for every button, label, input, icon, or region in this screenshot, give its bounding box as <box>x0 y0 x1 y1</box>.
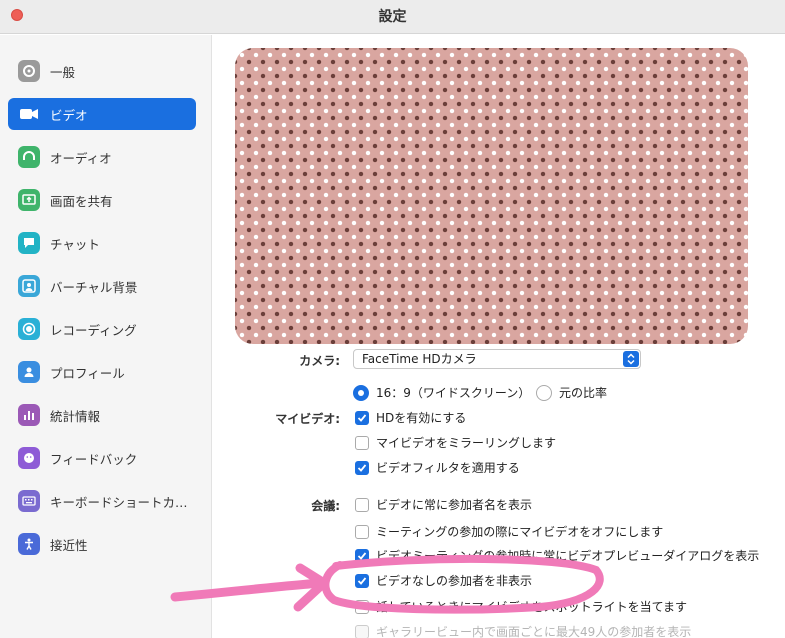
meeting-label: 会議: <box>311 499 340 513</box>
checkmark-icon <box>357 413 367 422</box>
video-filter-option[interactable]: ビデオフィルタを適用する <box>355 459 520 476</box>
checkbox[interactable] <box>355 573 369 588</box>
option-label: ビデオフィルタを適用する <box>376 461 520 475</box>
checkmark-icon <box>357 576 367 585</box>
option-label: ビデオなしの参加者を非表示 <box>376 574 533 588</box>
always-show-names-option[interactable]: ビデオに常に参加者名を表示 <box>355 496 532 513</box>
sidebar-item-statistics[interactable]: 統計情報 <box>8 399 196 431</box>
statistics-icon <box>18 404 40 426</box>
sidebar-item-virtual-background[interactable]: バーチャル背景 <box>8 270 196 302</box>
video-preview <box>235 48 748 344</box>
spotlight-my-video-option[interactable]: 話しているときにマイビデオをスポットライトを当てます <box>355 598 687 615</box>
annotation-arrow-head <box>293 563 329 612</box>
radio-button[interactable] <box>536 384 552 401</box>
checkbox[interactable] <box>355 435 369 450</box>
camera-select-value: FaceTime HDカメラ <box>362 352 477 366</box>
option-label: ビデオに常に参加者名を表示 <box>376 498 533 512</box>
my-video-label: マイビデオ: <box>275 412 340 426</box>
option-label: マイビデオをミラーリングします <box>376 436 557 450</box>
sidebar-item-label: 接近性 <box>50 537 88 553</box>
option-label: 元の比率 <box>559 386 608 400</box>
sidebar-item-feedback[interactable]: フィードバック <box>8 442 196 474</box>
gallery-49-participants-option: ギャラリービュー内で画面ごとに最大49人の参加者を表示 <box>355 623 691 638</box>
checkbox <box>355 624 369 638</box>
feedback-icon <box>18 447 40 469</box>
hide-non-video-participants-option[interactable]: ビデオなしの参加者を非表示 <box>355 572 532 589</box>
checkbox[interactable] <box>355 548 369 563</box>
sidebar-item-label: チャット <box>50 236 100 252</box>
title-bar: 設定 <box>0 0 785 34</box>
checkmark-icon <box>357 551 367 560</box>
profile-icon <box>18 361 40 383</box>
radio-button[interactable] <box>353 384 369 401</box>
chat-bubble-icon <box>18 232 40 254</box>
virtual-background-icon <box>18 275 40 297</box>
checkbox[interactable] <box>355 497 369 512</box>
turn-off-video-on-join-option[interactable]: ミーティングの参加の際にマイビデオをオフにします <box>355 523 663 540</box>
checkbox[interactable] <box>355 460 369 475</box>
checkmark-icon <box>357 463 367 472</box>
aspect-option-widescreen[interactable]: 16：9（ワイドスクリーン） <box>353 384 530 401</box>
option-label: 16：9（ワイドスクリーン） <box>376 386 531 400</box>
checkbox[interactable] <box>355 524 369 539</box>
sidebar-item-label: レコーディング <box>50 322 137 338</box>
aspect-option-original[interactable]: 元の比率 <box>536 384 607 401</box>
sidebar-item-general[interactable]: 一般 <box>8 55 196 87</box>
sidebar-item-label: 統計情報 <box>50 408 101 424</box>
video-preview-dialog-option[interactable]: ビデオミーティングの参加時に常にビデオプレビューダイアログを表示 <box>355 547 759 564</box>
option-label: ビデオミーティングの参加時に常にビデオプレビューダイアログを表示 <box>376 549 760 563</box>
sidebar-item-label: 一般 <box>50 64 76 80</box>
sidebar-item-label: バーチャル背景 <box>50 279 138 295</box>
window-title: 設定 <box>378 9 407 25</box>
sidebar-item-profile[interactable]: プロフィール <box>8 356 196 388</box>
accessibility-icon <box>18 533 40 555</box>
sidebar-item-keyboard-shortcuts[interactable]: キーボードショートカ… <box>8 485 196 517</box>
headphones-icon <box>18 146 40 168</box>
sidebar-item-video[interactable]: ビデオ <box>8 98 196 130</box>
sidebar-item-chat[interactable]: チャット <box>8 227 196 259</box>
checkbox[interactable] <box>355 410 369 425</box>
camera-select[interactable]: FaceTime HDカメラ <box>353 349 641 369</box>
sidebar-item-label: ビデオ <box>50 107 88 123</box>
option-label: ギャラリービュー内で画面ごとに最大49人の参加者を表示 <box>376 625 692 638</box>
gear-icon <box>18 60 40 82</box>
share-screen-icon <box>18 189 40 211</box>
sidebar-item-label: 画面を共有 <box>50 193 113 209</box>
mirror-video-option[interactable]: マイビデオをミラーリングします <box>355 434 556 451</box>
option-label: ミーティングの参加の際にマイビデオをオフにします <box>376 525 664 539</box>
checkbox[interactable] <box>355 599 369 614</box>
keyboard-icon <box>18 490 40 512</box>
option-label: HDを有効にする <box>376 411 467 425</box>
select-arrows-icon <box>623 351 639 367</box>
video-camera-icon <box>18 103 40 125</box>
sidebar-item-label: プロフィール <box>50 365 125 381</box>
enable-hd-option[interactable]: HDを有効にする <box>355 409 466 426</box>
sidebar-item-share-screen[interactable]: 画面を共有 <box>8 184 196 216</box>
settings-sidebar: 一般 ビデオ オーディオ 画面を共有 チャット バーチャル背景 レコーディング … <box>0 35 212 638</box>
option-label: 話しているときにマイビデオをスポットライトを当てます <box>376 600 688 614</box>
record-icon <box>18 318 40 340</box>
sidebar-item-recording[interactable]: レコーディング <box>8 313 196 345</box>
sidebar-item-accessibility[interactable]: 接近性 <box>8 528 196 560</box>
sidebar-item-label: フィードバック <box>50 451 138 467</box>
sidebar-item-label: オーディオ <box>50 150 112 166</box>
sidebar-item-audio[interactable]: オーディオ <box>8 141 196 173</box>
camera-label: カメラ: <box>299 354 340 368</box>
sidebar-item-label: キーボードショートカ… <box>50 494 188 510</box>
